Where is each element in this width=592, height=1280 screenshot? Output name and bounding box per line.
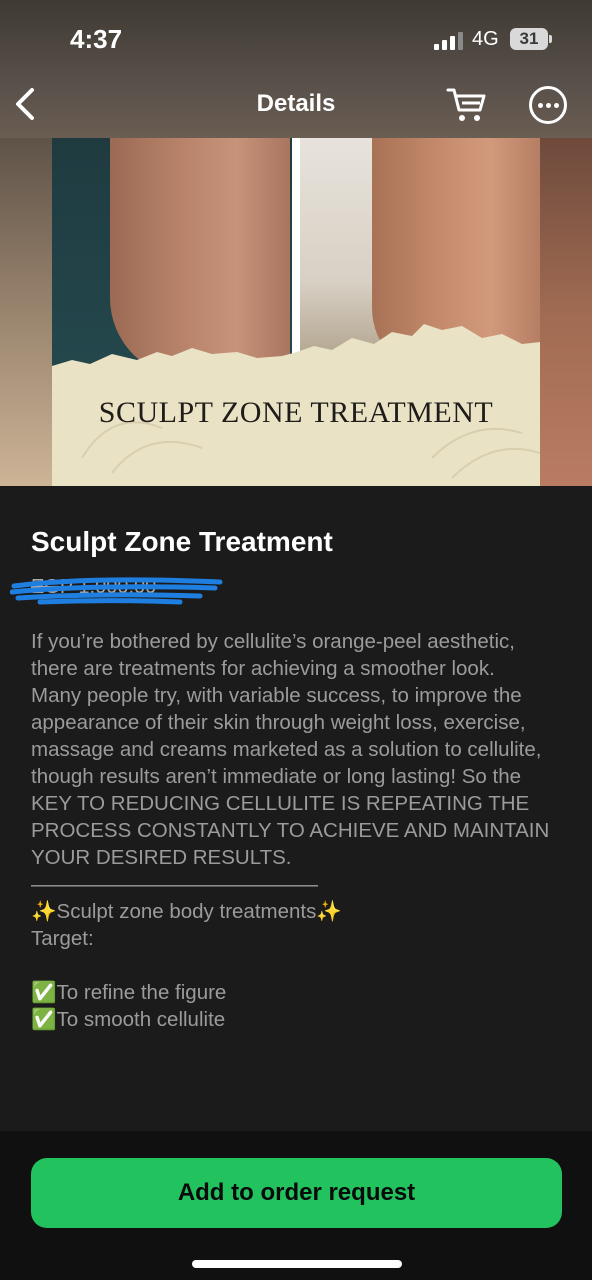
status-bar: 4:37 4G 31 — [0, 0, 592, 80]
nav-bar: Details — [0, 80, 592, 130]
home-indicator — [192, 1260, 402, 1268]
product-image[interactable]: SCULPT ZONE TREATMENT — [52, 138, 540, 486]
price-redaction-scribble — [10, 577, 223, 605]
cart-icon[interactable] — [446, 84, 488, 124]
product-title: Sculpt Zone Treatment — [31, 526, 333, 557]
status-time: 4:37 — [70, 24, 123, 54]
more-horizontal-icon — [538, 103, 543, 108]
product-description: If you’re bothered by cellulite’s orange… — [31, 630, 550, 1031]
more-options-button[interactable] — [529, 86, 567, 124]
image-caption: SCULPT ZONE TREATMENT — [98, 396, 494, 429]
signal-icon — [434, 32, 463, 50]
product-details: Sculpt Zone Treatment EGP 1,000.00 If yo… — [0, 486, 592, 1131]
bottom-action-bar: Add to order request — [0, 1131, 592, 1280]
page-title: Details — [256, 90, 336, 117]
battery-icon: 31 — [510, 28, 548, 50]
network-type: 4G — [472, 28, 499, 50]
add-to-order-button[interactable]: Add to order request — [31, 1158, 562, 1228]
